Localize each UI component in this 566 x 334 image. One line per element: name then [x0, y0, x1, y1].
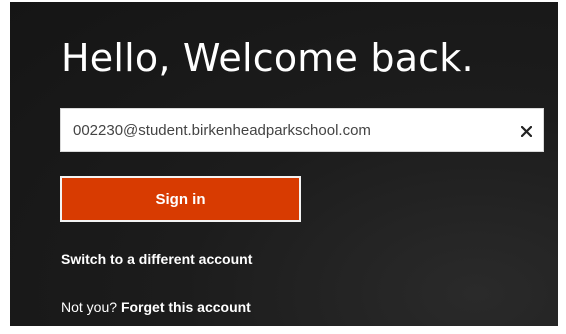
email-field-container	[60, 108, 544, 152]
switch-account-link[interactable]: Switch to a different account	[61, 251, 252, 267]
email-field[interactable]	[73, 109, 503, 151]
forget-account-row: Not you? Forget this account	[61, 299, 251, 315]
page-title: Hello, Welcome back.	[61, 36, 474, 80]
not-you-label: Not you?	[61, 299, 118, 315]
close-icon[interactable]	[515, 120, 537, 142]
forget-account-link[interactable]: Forget this account	[121, 299, 251, 315]
screenshot-frame: Hello, Welcome back. Sign in Switch to a…	[0, 0, 566, 334]
sign-in-button[interactable]: Sign in	[60, 176, 301, 222]
sign-in-panel: Hello, Welcome back. Sign in Switch to a…	[10, 2, 558, 326]
